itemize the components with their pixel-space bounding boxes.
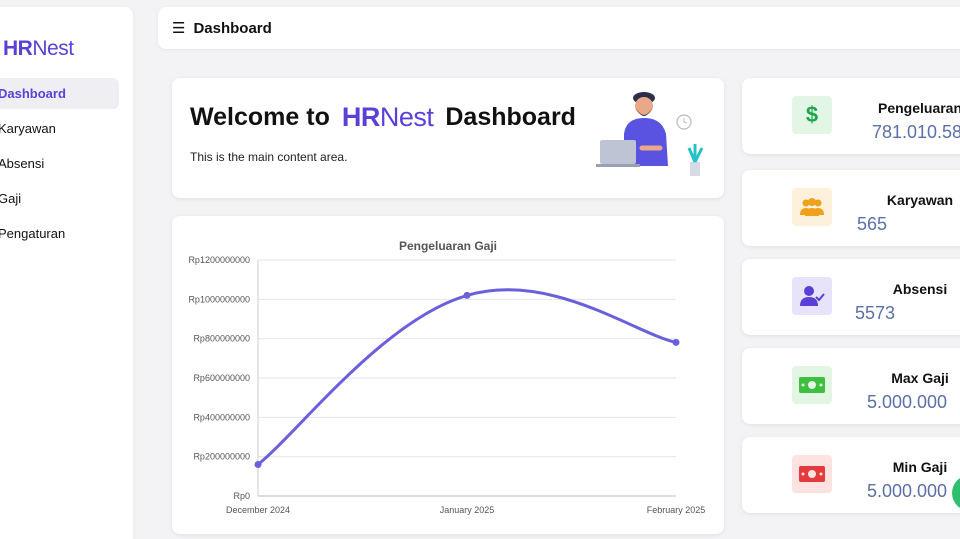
stat-card-pengeluaran: $ Pengeluaran 781.010.583 [742, 78, 960, 154]
y-tick-label: Rp400000000 [193, 412, 250, 422]
stat-card-min-gaji: Min Gaji 5.000.000 [742, 437, 960, 513]
data-point[interactable] [463, 291, 471, 299]
sidebar-item-label: Karyawan [0, 121, 56, 136]
sidebar-item-label: Gaji [0, 191, 22, 206]
stat-label: Min Gaji [892, 459, 948, 475]
data-point[interactable] [254, 461, 262, 469]
salary-line-chart: Pengeluaran Gaji Rp0 Rp200000000 Rp4000000… [188, 239, 706, 515]
y-tick-label: Rp200000000 [193, 452, 250, 462]
stat-value: 5.000.000 [866, 392, 948, 412]
sidebar-item-dashboard[interactable]: Dashboard [0, 78, 119, 109]
stat-card-max-gaji: Max Gaji 5.000.000 [742, 348, 960, 424]
y-tick-label: Rp600000000 [193, 373, 250, 383]
stat-value: 5.000.000 [866, 481, 948, 501]
stat-label: Absensi [892, 281, 948, 297]
data-point[interactable] [672, 338, 680, 346]
sidebar-item-pengaturan[interactable]: Pengaturan [0, 218, 119, 249]
sidebar-item-label: Pengaturan [0, 226, 66, 241]
sidebar-item-karyawan[interactable]: Karyawan [0, 113, 119, 144]
stat-label: Max Gaji [891, 370, 949, 386]
welcome-prefix: Welcome to [190, 103, 330, 131]
money-bill-icon [792, 366, 832, 404]
sidebar: HRNest Dashboard Karyawan Absensi Gaji P… [0, 7, 133, 539]
x-tick-label: January 2025 [440, 505, 495, 515]
stat-value: 565 [856, 214, 888, 234]
sidebar-item-absensi[interactable]: Absensi [0, 148, 119, 179]
welcome-heading: Welcome to HRNest Dashboard [190, 102, 576, 133]
page-title: Dashboard [193, 19, 272, 37]
stat-value: 5573 [854, 303, 896, 323]
chart-title: Pengeluaran Gaji [399, 239, 497, 253]
stat-card-absensi: Absensi 5573 [742, 259, 960, 335]
sidebar-item-gaji[interactable]: Gaji [0, 183, 119, 214]
y-tick-label: Rp1000000000 [188, 294, 250, 304]
stat-label: Pengeluaran [877, 100, 960, 116]
stat-card-karyawan: Karyawan 565 [742, 170, 960, 246]
sidebar-logo[interactable]: HRNest [3, 37, 74, 61]
welcome-logo: HRNest [341, 102, 434, 132]
x-tick-label: December 2024 [226, 505, 290, 515]
sidebar-item-label: Absensi [0, 156, 45, 171]
money-bill-icon [792, 455, 832, 493]
stat-label: Karyawan [886, 192, 954, 208]
top-header: ☰ Dashboard [158, 7, 960, 49]
stat-value: 781.010.583 [871, 122, 960, 142]
sidebar-nav: Dashboard Karyawan Absensi Gaji Pengatur… [0, 78, 119, 253]
x-tick-label: February 2025 [647, 505, 706, 515]
sidebar-item-label: Dashboard [0, 86, 66, 101]
series-line [257, 288, 677, 466]
dollar-icon: $ [792, 96, 832, 134]
y-tick-label: Rp1200000000 [188, 255, 250, 265]
welcome-subtitle: This is the main content area. [190, 150, 348, 164]
y-tick-label: Rp0 [233, 491, 250, 501]
y-tick-label: Rp800000000 [193, 334, 250, 344]
hamburger-menu-icon[interactable]: ☰ [172, 19, 185, 37]
person-laptop-illustration [596, 92, 704, 176]
salary-chart-card: Pengeluaran Gaji Rp0 Rp200000000 Rp4000000… [172, 216, 724, 534]
welcome-suffix: Dashboard [445, 103, 576, 131]
welcome-card: Welcome to HRNest Dashboard This is the … [172, 78, 724, 198]
